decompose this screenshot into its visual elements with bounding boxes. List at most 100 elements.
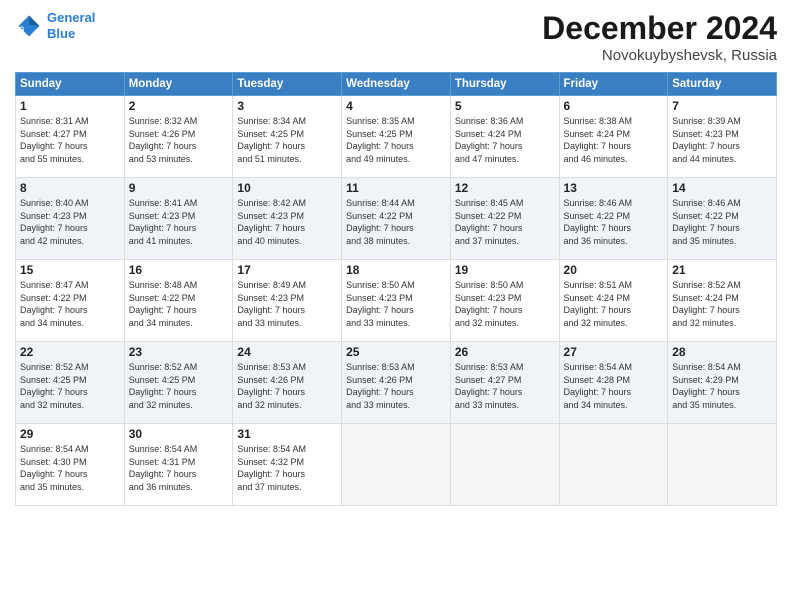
day-info: Sunrise: 8:51 AM Sunset: 4:24 PM Dayligh… <box>564 279 664 329</box>
day-info: Sunrise: 8:53 AM Sunset: 4:26 PM Dayligh… <box>346 361 446 411</box>
day-info: Sunrise: 8:34 AM Sunset: 4:25 PM Dayligh… <box>237 115 337 165</box>
cal-cell: 25Sunrise: 8:53 AM Sunset: 4:26 PM Dayli… <box>342 342 451 424</box>
cal-cell: 9 Sunrise: 8:41 AM Sunset: 4:23 PM Daylig… <box>124 178 233 260</box>
day-info: Sunrise: 8:50 AM Sunset: 4:23 PM Dayligh… <box>346 279 446 329</box>
cal-cell <box>668 424 777 506</box>
cal-cell: 22Sunrise: 8:52 AM Sunset: 4:25 PM Dayli… <box>16 342 125 424</box>
title-block: December 2024 Novokuybyshevsk, Russia <box>542 10 777 64</box>
cal-cell: 17 Sunrise: 8:49 AM Sunset: 4:23 PM Dayli… <box>233 260 342 342</box>
day-number: 2 <box>129 99 229 113</box>
day-info: Sunrise: 8:42 AM Sunset: 4:23 PM Dayligh… <box>237 197 337 247</box>
header-friday: Friday <box>559 73 668 96</box>
header-sunday: Sunday <box>16 73 125 96</box>
day-info: Sunrise: 8:54 AM Sunset: 4:31 PM Dayligh… <box>129 443 229 493</box>
header-monday: Monday <box>124 73 233 96</box>
month-title: December 2024 <box>542 10 777 47</box>
week-row-1: 8Sunrise: 8:40 AM Sunset: 4:23 PM Daylig… <box>16 178 777 260</box>
cal-cell: 31Sunrise: 8:54 AM Sunset: 4:32 PM Dayli… <box>233 424 342 506</box>
logo: G General Blue <box>15 10 95 41</box>
cal-cell: 7Sunrise: 8:39 AM Sunset: 4:23 PM Daylig… <box>668 96 777 178</box>
day-number: 21 <box>672 263 772 277</box>
cal-cell: 2 Sunrise: 8:32 AM Sunset: 4:26 PM Daylig… <box>124 96 233 178</box>
day-number: 6 <box>564 99 664 113</box>
day-info: Sunrise: 8:44 AM Sunset: 4:22 PM Dayligh… <box>346 197 446 247</box>
day-number: 7 <box>672 99 772 113</box>
header-saturday: Saturday <box>668 73 777 96</box>
cal-cell: 18 Sunrise: 8:50 AM Sunset: 4:23 PM Dayli… <box>342 260 451 342</box>
cal-cell: 24 Sunrise: 8:53 AM Sunset: 4:26 PM Dayli… <box>233 342 342 424</box>
day-info: Sunrise: 8:31 AM Sunset: 4:27 PM Dayligh… <box>20 115 120 165</box>
day-number: 1 <box>20 99 120 113</box>
cal-cell <box>342 424 451 506</box>
cal-cell: 29 Sunrise: 8:54 AM Sunset: 4:30 PM Dayli… <box>16 424 125 506</box>
cal-cell: 15 Sunrise: 8:47 AM Sunset: 4:22 PM Dayli… <box>16 260 125 342</box>
day-info: Sunrise: 8:32 AM Sunset: 4:26 PM Dayligh… <box>129 115 229 165</box>
day-info: Sunrise: 8:49 AM Sunset: 4:23 PM Dayligh… <box>237 279 337 329</box>
day-number: 16 <box>129 263 229 277</box>
cal-cell: 12Sunrise: 8:45 AM Sunset: 4:22 PM Dayli… <box>450 178 559 260</box>
day-number: 10 <box>237 181 337 195</box>
logo-line1: General <box>47 10 95 25</box>
day-number: 14 <box>672 181 772 195</box>
day-number: 3 <box>237 99 337 113</box>
day-number: 12 <box>455 181 555 195</box>
day-info: Sunrise: 8:36 AM Sunset: 4:24 PM Dayligh… <box>455 115 555 165</box>
week-row-3: 22 Sunrise: 8:52 AM Sunset: 4:25 PM Dayli… <box>16 342 777 424</box>
page-container: G General Blue December 2024 Novokuybysh… <box>0 0 792 516</box>
day-number: 17 <box>237 263 337 277</box>
day-number: 24 <box>237 345 337 359</box>
header-tuesday: Tuesday <box>233 73 342 96</box>
logo-text: General Blue <box>47 10 95 41</box>
header-wednesday: Wednesday <box>342 73 451 96</box>
cal-cell: 26 Sunrise: 8:53 AM Sunset: 4:27 PM Dayli… <box>450 342 559 424</box>
day-number: 19 <box>455 263 555 277</box>
cal-cell: 30 Sunrise: 8:54 AM Sunset: 4:31 PM Dayli… <box>124 424 233 506</box>
cal-cell: 27 Sunrise: 8:54 AM Sunset: 4:28 PM Dayli… <box>559 342 668 424</box>
cal-cell: 28Sunrise: 8:54 AM Sunset: 4:29 PM Dayli… <box>668 342 777 424</box>
page-header: G General Blue December 2024 Novokuybysh… <box>15 10 777 64</box>
day-number: 20 <box>564 263 664 277</box>
cal-cell: 3 Sunrise: 8:34 AM Sunset: 4:25 PM Daylig… <box>233 96 342 178</box>
day-info: Sunrise: 8:50 AM Sunset: 4:23 PM Dayligh… <box>455 279 555 329</box>
day-number: 11 <box>346 181 446 195</box>
day-number: 13 <box>564 181 664 195</box>
day-number: 18 <box>346 263 446 277</box>
day-info: Sunrise: 8:53 AM Sunset: 4:26 PM Dayligh… <box>237 361 337 411</box>
day-info: Sunrise: 8:53 AM Sunset: 4:27 PM Dayligh… <box>455 361 555 411</box>
day-info: Sunrise: 8:52 AM Sunset: 4:25 PM Dayligh… <box>129 361 229 411</box>
day-number: 29 <box>20 427 120 441</box>
day-info: Sunrise: 8:41 AM Sunset: 4:23 PM Dayligh… <box>129 197 229 247</box>
day-info: Sunrise: 8:48 AM Sunset: 4:22 PM Dayligh… <box>129 279 229 329</box>
cal-cell: 13 Sunrise: 8:46 AM Sunset: 4:22 PM Dayli… <box>559 178 668 260</box>
svg-text:G: G <box>19 24 25 33</box>
day-info: Sunrise: 8:38 AM Sunset: 4:24 PM Dayligh… <box>564 115 664 165</box>
header-thursday: Thursday <box>450 73 559 96</box>
day-info: Sunrise: 8:54 AM Sunset: 4:28 PM Dayligh… <box>564 361 664 411</box>
day-number: 8 <box>20 181 120 195</box>
cal-cell: 19 Sunrise: 8:50 AM Sunset: 4:23 PM Dayli… <box>450 260 559 342</box>
cal-cell <box>450 424 559 506</box>
cal-cell: 11 Sunrise: 8:44 AM Sunset: 4:22 PM Dayli… <box>342 178 451 260</box>
day-number: 27 <box>564 345 664 359</box>
day-info: Sunrise: 8:54 AM Sunset: 4:30 PM Dayligh… <box>20 443 120 493</box>
cal-cell: 20 Sunrise: 8:51 AM Sunset: 4:24 PM Dayli… <box>559 260 668 342</box>
cal-cell: 16 Sunrise: 8:48 AM Sunset: 4:22 PM Dayli… <box>124 260 233 342</box>
day-info: Sunrise: 8:47 AM Sunset: 4:22 PM Dayligh… <box>20 279 120 329</box>
day-number: 9 <box>129 181 229 195</box>
day-number: 22 <box>20 345 120 359</box>
day-info: Sunrise: 8:35 AM Sunset: 4:25 PM Dayligh… <box>346 115 446 165</box>
cal-cell: 4 Sunrise: 8:35 AM Sunset: 4:25 PM Daylig… <box>342 96 451 178</box>
logo-line2: Blue <box>47 26 75 41</box>
day-number: 26 <box>455 345 555 359</box>
day-number: 15 <box>20 263 120 277</box>
cal-cell <box>559 424 668 506</box>
location: Novokuybyshevsk, Russia <box>542 47 777 64</box>
day-info: Sunrise: 8:46 AM Sunset: 4:22 PM Dayligh… <box>564 197 664 247</box>
day-number: 23 <box>129 345 229 359</box>
day-info: Sunrise: 8:54 AM Sunset: 4:32 PM Dayligh… <box>237 443 337 493</box>
cal-cell: 10 Sunrise: 8:42 AM Sunset: 4:23 PM Dayli… <box>233 178 342 260</box>
day-number: 30 <box>129 427 229 441</box>
cal-cell: 5Sunrise: 8:36 AM Sunset: 4:24 PM Daylig… <box>450 96 559 178</box>
week-row-2: 15 Sunrise: 8:47 AM Sunset: 4:22 PM Dayli… <box>16 260 777 342</box>
day-number: 4 <box>346 99 446 113</box>
